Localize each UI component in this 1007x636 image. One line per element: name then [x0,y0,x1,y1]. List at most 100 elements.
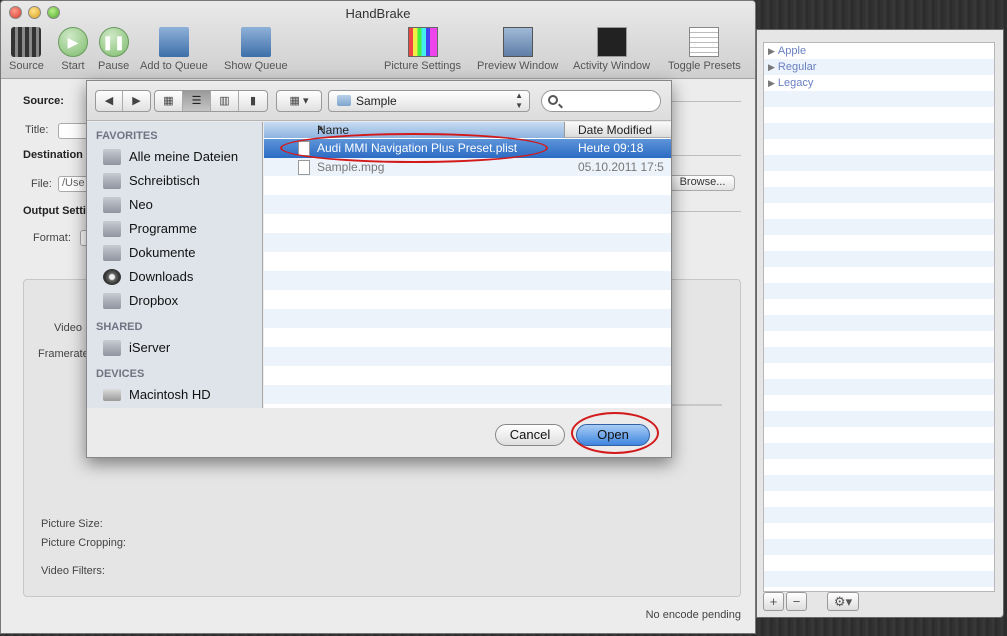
sidebar-header-shared: SHARED [96,321,143,333]
picture-settings-button[interactable]: Picture Settings [384,27,461,72]
file-label: File: [31,178,52,190]
coverflow-icon: ▮ [249,95,257,107]
test-pattern-icon [407,27,438,57]
divider [671,101,741,102]
add-preset-button[interactable]: + [763,592,784,611]
clapperboard-icon [11,27,42,57]
encode-status: No encode pending [645,609,741,621]
file-path-field[interactable]: /Use [58,176,88,192]
downloads-icon [103,269,121,285]
video-label: Video [54,322,82,334]
sidebar-header-favorites: FAVORITES [96,130,158,142]
presets-list: ▶ Apple ▶ Regular ▶ Legacy [763,42,995,592]
open-button[interactable]: Open [576,424,650,446]
search-icon [548,95,558,105]
toggle-presets-button[interactable]: Toggle Presets [668,27,741,72]
column-header-name[interactable]: Name ▲ [264,122,565,138]
disclosure-triangle-icon[interactable]: ▶ [768,78,775,88]
format-label: Format: [33,232,71,244]
file-row[interactable]: Sample.mpg 05.10.2011 17:5 [264,158,671,177]
start-button[interactable]: ▶ Start [58,27,88,72]
video-file-icon [298,160,310,175]
columns-icon: ▥ [219,95,230,107]
file-list: Name ▲ Date Modified Audi MMI Navigation… [264,122,671,408]
arrange-control[interactable]: ▦ ▾ [276,90,322,112]
title-label: Title: [25,124,49,136]
pause-icon: ❚❚ [98,27,129,57]
add-to-queue-icon [158,27,189,57]
file-row-selected[interactable]: Audi MMI Navigation Plus Preset.plist He… [264,139,671,158]
window-titlebar: HandBrake Source ▶ Start ❚❚ Pause Add to… [1,1,755,79]
search-input[interactable] [541,90,661,112]
list-view-button[interactable]: ☰ [183,91,211,111]
forward-button[interactable]: ▶ [123,91,150,111]
sidebar-item-applications[interactable]: Programme [87,217,262,241]
sidebar-item-home[interactable]: Neo [87,193,262,217]
list-icon: ☰ [191,95,202,107]
disclosure-triangle-icon[interactable]: ▶ [768,62,775,72]
sort-ascending-icon: ▲ [317,123,325,132]
title-popup[interactable] [58,123,88,139]
preview-window-button[interactable]: Preview Window [477,27,558,72]
icon-view-button[interactable]: ▦ [155,91,183,111]
preset-group-legacy[interactable]: ▶ Legacy [764,75,994,91]
location-popup[interactable]: Sample ▲ ▼ [328,90,530,112]
folder-icon [103,293,121,309]
sidebar-item-dropbox[interactable]: Dropbox [87,289,262,313]
grid-icon: ▦ [163,95,174,107]
sidebar-item-downloads[interactable]: Downloads [87,265,262,289]
terminal-icon [596,27,627,57]
back-arrow-icon: ◀ [104,95,114,107]
show-queue-button[interactable]: Show Queue [224,27,288,72]
server-icon [103,340,121,356]
preset-gear-button[interactable]: ⚙▾ [827,592,859,611]
coverflow-view-button[interactable]: ▮ [239,91,267,111]
arrange-button[interactable]: ▦ ▾ [277,91,321,111]
sidebar-item-desktop[interactable]: Schreibtisch [87,169,262,193]
sidebar-item-macintosh-hd[interactable]: Macintosh HD [87,383,262,407]
source-button[interactable]: Source [9,27,44,72]
dialog-toolbar: ◀ ▶ ▦ ☰ ▥ ▮ ▦ ▾ Sample ▲ ▼ [87,81,671,121]
remove-preset-button[interactable]: − [786,592,807,611]
add-to-queue-button[interactable]: Add to Queue [140,27,208,72]
open-file-dialog: ◀ ▶ ▦ ☰ ▥ ▮ ▦ ▾ Sample ▲ ▼ FAVORITES Alle… [86,80,672,458]
column-header-date-modified[interactable]: Date Modified [578,123,652,137]
desktop-icon [103,173,121,189]
preset-actions: + − ⚙▾ [763,592,859,611]
window-title: HandBrake [345,6,411,21]
back-button[interactable]: ◀ [96,91,124,111]
source-label: Source: [23,95,64,107]
sidebar-item-documents[interactable]: Dokumente [87,241,262,265]
divider [671,155,741,156]
applications-icon [103,221,121,237]
plist-file-icon [298,141,310,156]
divider [671,211,741,212]
updown-arrows-icon: ▲ ▼ [515,91,523,110]
activity-window-button[interactable]: Activity Window [573,27,650,72]
picture-cropping-label: Picture Cropping: [41,537,126,549]
disclosure-triangle-icon[interactable]: ▶ [768,46,775,56]
gear-icon: ⚙ [833,594,846,609]
play-icon: ▶ [58,27,88,57]
sidebar-item-all-files[interactable]: Alle meine Dateien [87,145,262,169]
forward-arrow-icon: ▶ [132,95,141,107]
preset-group-regular[interactable]: ▶ Regular [764,59,994,75]
output-settings-label: Output Setti [23,205,86,217]
sidebar-item-iserver[interactable]: iServer [87,336,262,360]
hard-disk-icon [103,389,121,401]
picture-size-label: Picture Size: [41,518,103,530]
view-mode-control: ▦ ☰ ▥ ▮ [154,90,268,112]
folder-icon [337,95,351,106]
all-files-icon [103,149,121,165]
pause-button[interactable]: ❚❚ Pause [98,27,129,72]
presets-drawer-icon [689,27,720,57]
arrange-grid-icon: ▦ [289,95,300,107]
column-view-button[interactable]: ▥ [211,91,239,111]
preset-group-apple[interactable]: ▶ Apple [764,43,994,59]
queue-icon [240,27,271,57]
destination-label: Destination [23,149,83,161]
cancel-button[interactable]: Cancel [495,424,565,446]
browse-button[interactable]: Browse... [667,175,735,191]
home-icon [103,197,121,213]
preview-icon [502,27,533,57]
